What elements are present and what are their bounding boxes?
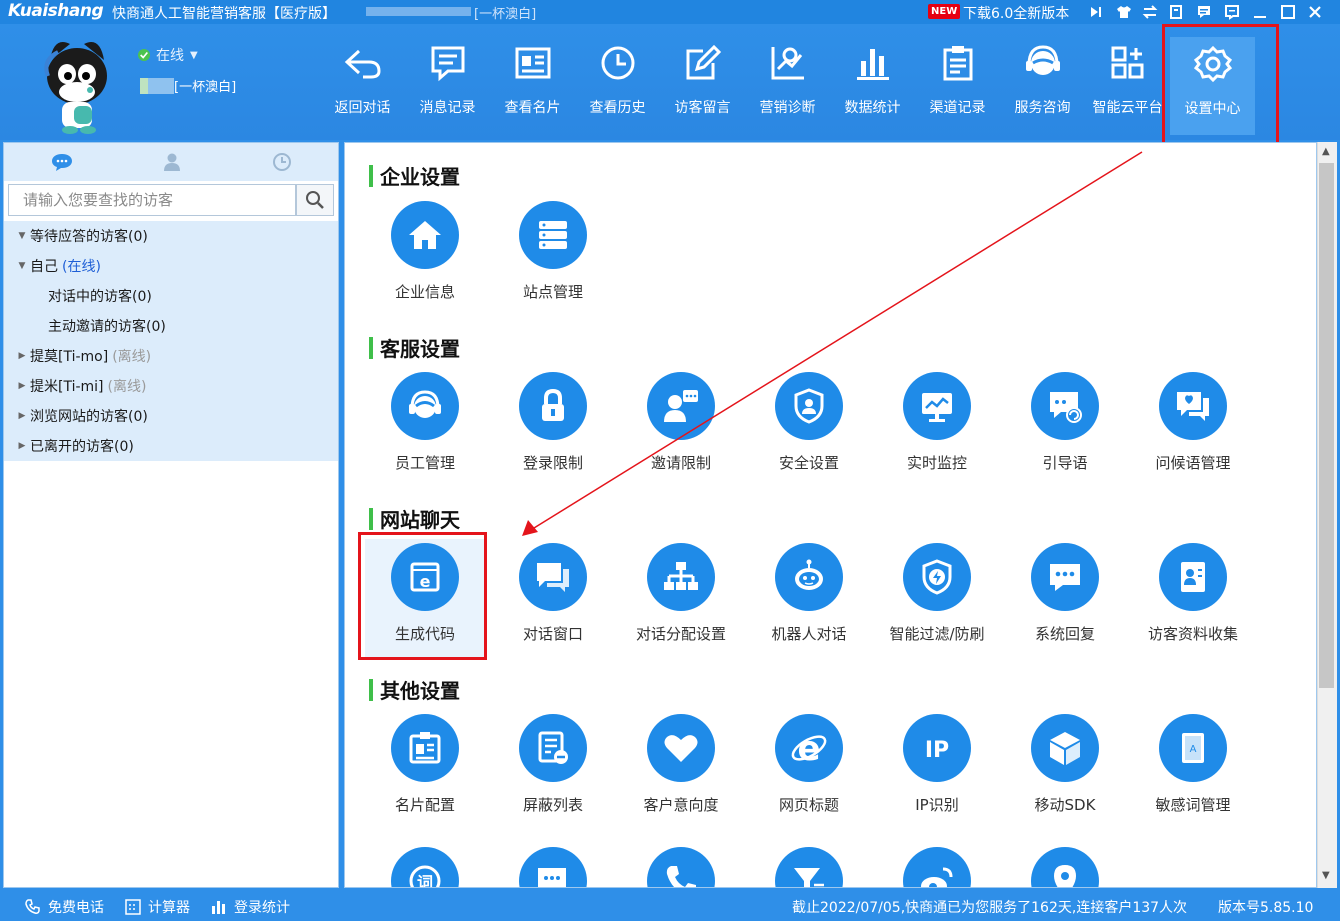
calculator-button[interactable]: 计算器	[124, 897, 190, 917]
service-info-text: 截止2022/07/05,快商通已为您服务了162天,连接客户137人次	[792, 900, 1188, 916]
stats-bar-icon	[212, 901, 225, 914]
annotation-arrow	[522, 151, 1143, 536]
status-bar: 免费电话 计算器 登录统计 截止2022/07/05,快商通已为您服务了162天…	[0, 891, 1340, 921]
calculator-icon	[125, 899, 141, 915]
free-call-button[interactable]: 免费电话	[24, 897, 104, 917]
version-label: 版本号5.85.10	[1218, 900, 1314, 916]
login-stats-button[interactable]: 登录统计	[210, 897, 290, 917]
phone-icon	[25, 899, 40, 914]
